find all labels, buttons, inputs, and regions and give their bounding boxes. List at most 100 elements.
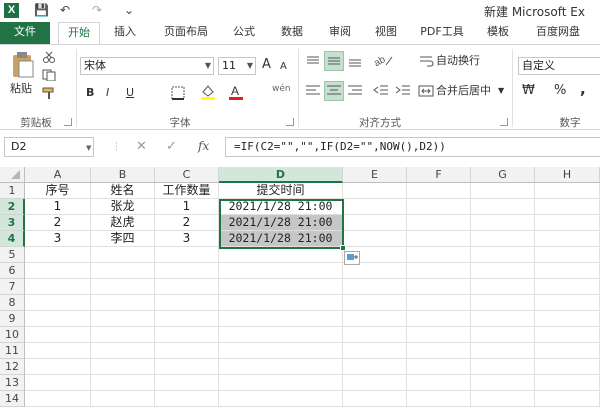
column-header-a[interactable]: A xyxy=(25,167,91,183)
border-icon[interactable] xyxy=(170,85,186,101)
cell-h9[interactable] xyxy=(535,311,600,327)
cell-a12[interactable] xyxy=(25,359,91,375)
underline-button[interactable]: U xyxy=(126,85,134,101)
align-middle-icon[interactable] xyxy=(324,51,344,71)
font-size-combo[interactable]: 11 ▼ xyxy=(218,57,256,75)
cell-f6[interactable] xyxy=(407,263,471,279)
cell-f4[interactable] xyxy=(407,231,471,247)
fill-color-icon[interactable] xyxy=(200,83,216,101)
cell-d10[interactable] xyxy=(219,327,343,343)
cell-a14[interactable] xyxy=(25,391,91,407)
cancel-icon[interactable]: ✕ xyxy=(136,139,147,154)
cell-e10[interactable] xyxy=(343,327,407,343)
cell-f12[interactable] xyxy=(407,359,471,375)
grow-font-button[interactable]: A xyxy=(262,57,271,73)
copy-icon[interactable] xyxy=(42,69,56,82)
cell-f14[interactable] xyxy=(407,391,471,407)
row-header-10[interactable]: 10 xyxy=(0,327,25,343)
column-header-b[interactable]: B xyxy=(91,167,155,183)
cell-c1[interactable]: 工作数量 xyxy=(155,183,219,199)
cell-b1[interactable]: 姓名 xyxy=(91,183,155,199)
cell-g9[interactable] xyxy=(471,311,535,327)
cell-g7[interactable] xyxy=(471,279,535,295)
cell-g1[interactable] xyxy=(471,183,535,199)
cell-f1[interactable] xyxy=(407,183,471,199)
tab-review[interactable]: 审阅 xyxy=(320,22,360,44)
cell-g11[interactable] xyxy=(471,343,535,359)
redo-icon[interactable]: ↷ xyxy=(92,3,102,18)
cell-h12[interactable] xyxy=(535,359,600,375)
cell-a8[interactable] xyxy=(25,295,91,311)
align-top-icon[interactable] xyxy=(304,53,322,69)
chevron-down-icon[interactable]: ▼ xyxy=(86,144,91,152)
column-header-f[interactable]: F xyxy=(407,167,471,183)
cell-h7[interactable] xyxy=(535,279,600,295)
cell-h13[interactable] xyxy=(535,375,600,391)
cell-g2[interactable] xyxy=(471,199,535,215)
cell-g6[interactable] xyxy=(471,263,535,279)
cell-a2[interactable]: 1 xyxy=(25,199,91,215)
cell-b9[interactable] xyxy=(91,311,155,327)
column-header-e[interactable]: E xyxy=(343,167,407,183)
cell-b4[interactable]: 李四 xyxy=(91,231,155,247)
enter-icon[interactable]: ✓ xyxy=(166,139,177,154)
cell-e1[interactable] xyxy=(343,183,407,199)
tab-page-layout[interactable]: 页面布局 xyxy=(154,22,218,44)
cell-c10[interactable] xyxy=(155,327,219,343)
cell-c3[interactable]: 2 xyxy=(155,215,219,231)
cell-b5[interactable] xyxy=(91,247,155,263)
cell-f9[interactable] xyxy=(407,311,471,327)
cell-d12[interactable] xyxy=(219,359,343,375)
cell-a4[interactable]: 3 xyxy=(25,231,91,247)
cell-d11[interactable] xyxy=(219,343,343,359)
cell-g14[interactable] xyxy=(471,391,535,407)
column-header-h[interactable]: H xyxy=(535,167,600,183)
currency-icon[interactable]: ₩ xyxy=(522,83,535,99)
wrap-text-button[interactable]: 自动换行 xyxy=(436,53,480,69)
cell-g5[interactable] xyxy=(471,247,535,263)
cell-c6[interactable] xyxy=(155,263,219,279)
cell-f10[interactable] xyxy=(407,327,471,343)
cell-a7[interactable] xyxy=(25,279,91,295)
column-header-c[interactable]: C xyxy=(155,167,219,183)
font-launcher-icon[interactable] xyxy=(286,118,294,126)
increase-indent-icon[interactable] xyxy=(394,83,412,99)
cell-h3[interactable] xyxy=(535,215,600,231)
tab-insert[interactable]: 插入 xyxy=(104,22,146,44)
cell-f8[interactable] xyxy=(407,295,471,311)
cell-c12[interactable] xyxy=(155,359,219,375)
cell-f13[interactable] xyxy=(407,375,471,391)
row-header-3[interactable]: 3 xyxy=(0,215,25,231)
align-left-icon[interactable] xyxy=(304,83,322,99)
percent-button[interactable]: % xyxy=(554,83,566,99)
cell-b8[interactable] xyxy=(91,295,155,311)
cell-d8[interactable] xyxy=(219,295,343,311)
merge-center-button[interactable]: 合并后居中 xyxy=(436,83,491,99)
format-painter-icon[interactable] xyxy=(42,87,56,99)
cell-e7[interactable] xyxy=(343,279,407,295)
cell-c14[interactable] xyxy=(155,391,219,407)
decrease-indent-icon[interactable] xyxy=(372,83,390,99)
customize-toolbar-icon[interactable]: ⌄ xyxy=(124,3,134,18)
cell-f7[interactable] xyxy=(407,279,471,295)
cell-g10[interactable] xyxy=(471,327,535,343)
undo-icon[interactable]: ↶ xyxy=(60,3,70,18)
phonetic-guide-button[interactable]: wén xyxy=(272,81,291,97)
cell-b14[interactable] xyxy=(91,391,155,407)
row-header-6[interactable]: 6 xyxy=(0,263,25,279)
select-all-corner[interactable] xyxy=(0,167,25,183)
cell-c11[interactable] xyxy=(155,343,219,359)
cell-d13[interactable] xyxy=(219,375,343,391)
cell-d14[interactable] xyxy=(219,391,343,407)
merge-center-icon[interactable] xyxy=(418,83,434,99)
clipboard-launcher-icon[interactable] xyxy=(64,118,72,126)
paste-button[interactable]: 粘贴 xyxy=(10,81,32,97)
cell-e8[interactable] xyxy=(343,295,407,311)
italic-button[interactable]: I xyxy=(106,85,109,101)
row-header-13[interactable]: 13 xyxy=(0,375,25,391)
cell-a13[interactable] xyxy=(25,375,91,391)
tab-baidu-netdisk[interactable]: 百度网盘 xyxy=(528,22,588,44)
insert-function-icon[interactable]: fx xyxy=(198,139,209,153)
row-header-11[interactable]: 11 xyxy=(0,343,25,359)
comma-style-button[interactable]: , xyxy=(580,81,586,97)
